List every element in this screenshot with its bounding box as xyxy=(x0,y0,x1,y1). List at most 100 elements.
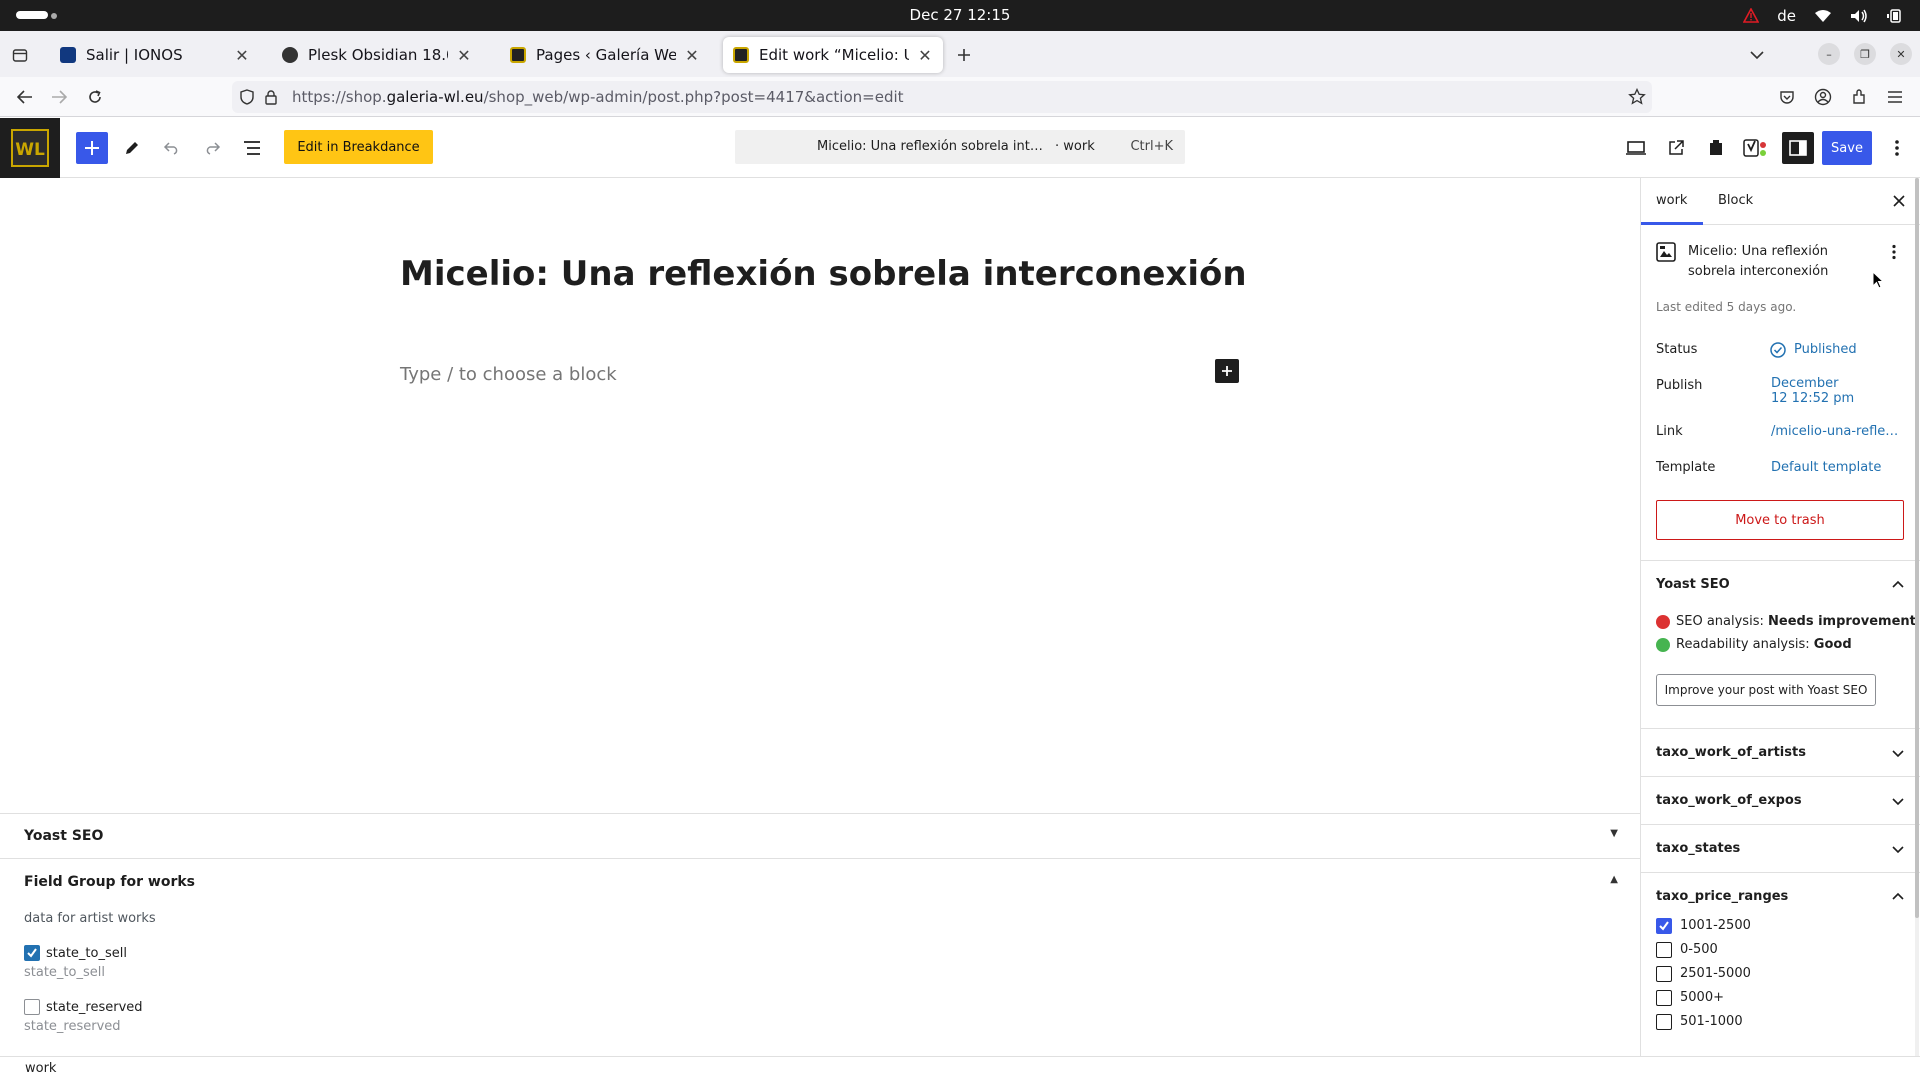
options-kebab-icon[interactable] xyxy=(1883,134,1911,162)
price-range-label[interactable]: 1001-2500 xyxy=(1680,918,1751,933)
meta-boxes-area: Yoast SEO ▼ Field Group for works ▲ data… xyxy=(0,813,1640,1056)
chevron-down-icon[interactable] xyxy=(1890,793,1906,809)
price-range-label[interactable]: 0-500 xyxy=(1680,942,1718,957)
svg-text:WL: WL xyxy=(15,140,45,160)
yoast-seo-icon[interactable] xyxy=(1742,134,1770,162)
tab-work[interactable]: work xyxy=(1656,193,1687,208)
price-range-checkbox[interactable] xyxy=(1656,1014,1672,1030)
edit-in-breakdance-button[interactable]: Edit in Breakdance xyxy=(284,130,433,164)
url-bar[interactable]: https://shop.galeria-wl.eu/shop_web/wp-a… xyxy=(232,81,1652,113)
tab-ionos[interactable]: Salir | IONOS ✕ xyxy=(50,37,260,73)
close-tab-icon[interactable]: ✕ xyxy=(917,46,933,65)
price-range-label[interactable]: 5000+ xyxy=(1680,990,1724,1005)
browser-tab-bar: Salir | IONOS ✕ Plesk Obsidian 18.0.65 ✕… xyxy=(0,31,1920,77)
price-range-checkbox[interactable] xyxy=(1656,990,1672,1006)
chevron-down-icon[interactable] xyxy=(1890,745,1906,761)
url-text: https://shop.galeria-wl.eu/shop_web/wp-a… xyxy=(292,88,904,106)
command-bar-title: Micelio: Una reflexión sobrela interco..… xyxy=(817,139,1047,154)
plugin-box-icon[interactable] xyxy=(1702,134,1730,162)
price-range-label[interactable]: 2501-5000 xyxy=(1680,966,1751,981)
volume-icon[interactable] xyxy=(1850,9,1868,23)
price-range-checkbox[interactable] xyxy=(1656,942,1672,958)
url-prefix: https://shop. xyxy=(292,88,387,106)
breadcrumb-work[interactable]: work xyxy=(25,1061,56,1076)
price-range-checkbox[interactable] xyxy=(1656,918,1672,934)
panel-taxo-work-of-expos[interactable]: taxo_work_of_expos xyxy=(1641,776,1920,824)
preview-desktop-icon[interactable] xyxy=(1622,134,1650,162)
field-name: state_reserved xyxy=(24,1019,121,1034)
close-window-icon[interactable]: ✕ xyxy=(1890,43,1912,65)
sidebar-scrollbar-thumb[interactable] xyxy=(1915,178,1919,918)
tab-list-icon[interactable] xyxy=(3,38,37,72)
undo-icon[interactable] xyxy=(158,134,186,162)
document-overview-icon[interactable] xyxy=(238,134,266,162)
warning-icon[interactable] xyxy=(1743,8,1760,23)
panel-taxo-work-of-artists[interactable]: taxo_work_of_artists xyxy=(1641,728,1920,776)
status-value-button[interactable]: Published xyxy=(1794,342,1857,357)
command-palette-button[interactable]: Micelio: Una reflexión sobrela interco..… xyxy=(735,130,1185,164)
os-clock[interactable]: Dec 27 12:15 xyxy=(0,6,1920,24)
restore-icon[interactable]: ❐ xyxy=(1854,43,1876,65)
post-actions-kebab-icon[interactable] xyxy=(1891,244,1897,260)
keyboard-layout[interactable]: de xyxy=(1777,7,1796,25)
new-tab-icon[interactable] xyxy=(947,38,981,72)
template-button[interactable]: Default template xyxy=(1771,460,1881,475)
back-icon[interactable] xyxy=(12,84,38,110)
tab-edit-work[interactable]: Edit work “Micelio: Una r ✕ xyxy=(723,37,943,73)
price-range-label[interactable]: 501-1000 xyxy=(1680,1014,1743,1029)
chevron-up-icon[interactable] xyxy=(1890,577,1906,593)
redo-icon[interactable] xyxy=(198,134,226,162)
tab-plesk[interactable]: Plesk Obsidian 18.0.65 ✕ xyxy=(272,37,482,73)
panel-yoast-seo[interactable]: Yoast SEO xyxy=(1641,560,1920,608)
move-to-trash-button[interactable]: Move to trash xyxy=(1656,500,1904,540)
yoast-metabox-header[interactable]: Yoast SEO ▼ xyxy=(0,814,1640,859)
tab-overflow-chevron-icon[interactable] xyxy=(1740,38,1774,72)
improve-with-yoast-button[interactable]: Improve your post with Yoast SEO xyxy=(1656,674,1876,706)
price-range-checkbox[interactable] xyxy=(1656,966,1672,982)
close-tab-icon[interactable]: ✕ xyxy=(234,46,250,65)
state-reserved-checkbox[interactable] xyxy=(24,999,40,1015)
chevron-up-icon[interactable] xyxy=(1890,889,1906,905)
editor-canvas[interactable]: Micelio: Una reflexión sobrela intercone… xyxy=(0,178,1640,813)
extensions-icon[interactable] xyxy=(1846,84,1872,110)
permalink-button[interactable]: /micelio-una-refle… xyxy=(1771,424,1898,439)
bookmark-star-icon[interactable] xyxy=(1628,88,1646,106)
close-tab-icon[interactable]: ✕ xyxy=(456,46,472,65)
collapse-triangle-down-icon[interactable]: ▼ xyxy=(1610,828,1618,839)
save-button[interactable]: Save xyxy=(1822,131,1872,165)
lock-icon[interactable] xyxy=(264,89,278,105)
wifi-icon[interactable] xyxy=(1814,9,1832,23)
tracking-shield-icon[interactable] xyxy=(240,89,254,105)
collapse-triangle-up-icon[interactable]: ▲ xyxy=(1610,874,1618,885)
state-to-sell-checkbox[interactable] xyxy=(24,945,40,961)
tools-pencil-icon[interactable] xyxy=(118,134,146,162)
chevron-down-icon[interactable] xyxy=(1890,841,1906,857)
tab-block[interactable]: Block xyxy=(1718,193,1753,208)
account-icon[interactable] xyxy=(1810,84,1836,110)
forward-icon[interactable] xyxy=(46,84,72,110)
reload-icon[interactable] xyxy=(82,84,108,110)
browser-menu-icon[interactable] xyxy=(1882,84,1908,110)
site-logo-icon[interactable]: WL xyxy=(0,118,60,178)
os-top-bar: Dec 27 12:15 de xyxy=(0,0,1920,31)
plesk-favicon-icon xyxy=(282,47,298,63)
acf-metabox-header[interactable]: Field Group for works ▲ xyxy=(0,860,1640,905)
block-inserter-button[interactable] xyxy=(76,132,108,164)
panel-title: taxo_work_of_artists xyxy=(1656,745,1806,760)
minimize-icon[interactable]: – xyxy=(1818,43,1840,65)
tab-pages[interactable]: Pages ‹ Galería Weber-Lu ✕ xyxy=(500,37,710,73)
settings-sidebar-toggle-icon[interactable] xyxy=(1782,132,1814,164)
publish-date-line1[interactable]: December xyxy=(1771,376,1838,391)
close-tab-icon[interactable]: ✕ xyxy=(684,46,700,65)
add-block-icon[interactable] xyxy=(1215,359,1239,383)
panel-taxo-states[interactable]: taxo_states xyxy=(1641,824,1920,872)
view-post-external-icon[interactable] xyxy=(1662,134,1690,162)
publish-date-line2[interactable]: 12 12:52 pm xyxy=(1771,391,1854,406)
post-title[interactable]: Micelio: Una reflexión sobrela intercone… xyxy=(400,254,1247,294)
panel-taxo-price-ranges[interactable]: taxo_price_ranges xyxy=(1641,872,1920,920)
pocket-icon[interactable] xyxy=(1774,84,1800,110)
close-sidebar-icon[interactable] xyxy=(1889,191,1909,211)
system-tray[interactable]: de xyxy=(1743,0,1904,31)
block-placeholder[interactable]: Type / to choose a block xyxy=(400,364,617,385)
battery-icon[interactable] xyxy=(1886,8,1904,23)
